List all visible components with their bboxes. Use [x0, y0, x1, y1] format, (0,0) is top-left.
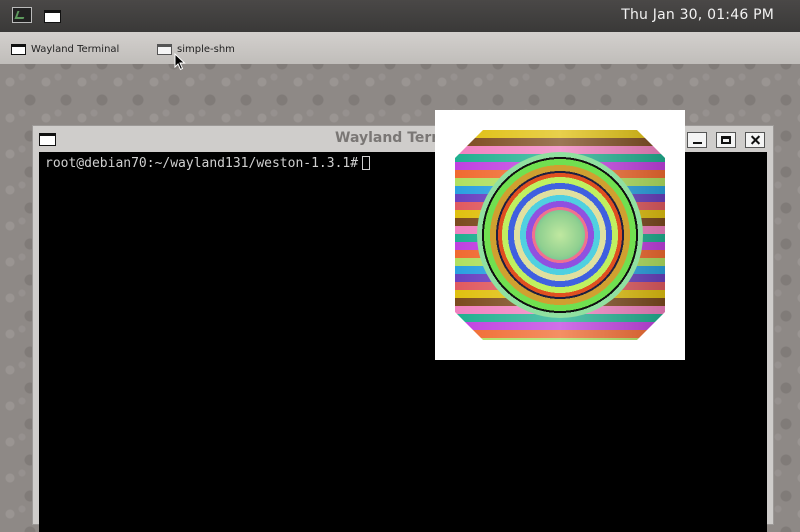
- top-panel: Thu Jan 30, 01:46 PM: [0, 0, 800, 32]
- terminal-title: Wayland Termi: [335, 130, 451, 146]
- minimize-button[interactable]: [687, 132, 707, 148]
- taskbar: Wayland Terminal simple-shm: [0, 32, 800, 64]
- corner-mask: [455, 130, 483, 158]
- window-icon: [157, 43, 172, 55]
- prompt-text: root@debian70:~/wayland131/weston-1.3.1#: [45, 156, 359, 171]
- corner-mask: [455, 312, 483, 340]
- shm-image: [455, 130, 665, 340]
- taskbar-item-wayland-terminal[interactable]: Wayland Terminal: [11, 41, 119, 57]
- rings-core: [535, 210, 585, 260]
- terminal-launcher-icon[interactable]: [12, 7, 32, 23]
- text-cursor: [362, 156, 371, 170]
- taskbar-item-simple-shm[interactable]: simple-shm: [157, 41, 235, 57]
- window-icon[interactable]: [39, 133, 56, 146]
- corner-mask: [637, 130, 665, 158]
- taskbar-item-label: Wayland Terminal: [31, 43, 120, 55]
- close-button[interactable]: [745, 132, 765, 148]
- window-launcher-icon[interactable]: [44, 10, 61, 23]
- terminal-prompt: root@debian70:~/wayland131/weston-1.3.1#: [45, 156, 371, 171]
- simple-shm-window[interactable]: [435, 110, 685, 360]
- panel-clock: Thu Jan 30, 01:46 PM: [621, 7, 774, 23]
- corner-mask: [637, 312, 665, 340]
- window-icon: [11, 43, 26, 55]
- maximize-button[interactable]: [716, 132, 736, 148]
